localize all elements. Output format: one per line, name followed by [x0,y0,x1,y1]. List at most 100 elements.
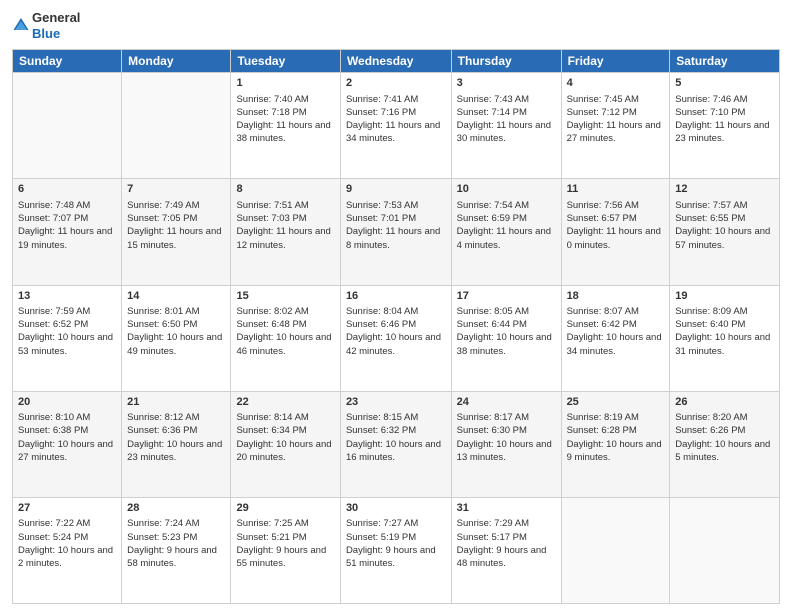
daylight-text: Daylight: 11 hours and 15 minutes. [127,226,221,250]
header: General Blue [12,10,780,41]
sunset-text: Sunset: 7:05 PM [127,213,197,224]
sunset-text: Sunset: 6:38 PM [18,425,88,436]
sunrise-text: Sunrise: 8:09 AM [675,306,747,317]
daylight-text: Daylight: 11 hours and 23 minutes. [675,120,769,144]
daylight-text: Daylight: 9 hours and 58 minutes. [127,545,217,569]
sunrise-text: Sunrise: 7:56 AM [567,200,639,211]
weekday-header-sunday: Sunday [13,50,122,73]
sunset-text: Sunset: 7:07 PM [18,213,88,224]
sunset-text: Sunset: 6:36 PM [127,425,197,436]
sunset-text: Sunset: 7:01 PM [346,213,416,224]
day-number: 15 [236,289,334,304]
day-number: 16 [346,289,446,304]
page: General Blue SundayMondayTuesdayWednesda… [0,0,792,612]
daylight-text: Daylight: 11 hours and 0 minutes. [567,226,661,250]
calendar-cell: 2Sunrise: 7:41 AMSunset: 7:16 PMDaylight… [340,73,451,179]
calendar-cell: 5Sunrise: 7:46 AMSunset: 7:10 PMDaylight… [670,73,780,179]
daylight-text: Daylight: 10 hours and 34 minutes. [567,332,662,356]
sunrise-text: Sunrise: 7:59 AM [18,306,90,317]
day-number: 9 [346,182,446,197]
daylight-text: Daylight: 11 hours and 38 minutes. [236,120,330,144]
calendar-cell: 27Sunrise: 7:22 AMSunset: 5:24 PMDayligh… [13,497,122,603]
calendar-cell: 18Sunrise: 8:07 AMSunset: 6:42 PMDayligh… [561,285,670,391]
day-number: 17 [457,289,556,304]
sunrise-text: Sunrise: 8:04 AM [346,306,418,317]
sunset-text: Sunset: 6:57 PM [567,213,637,224]
daylight-text: Daylight: 10 hours and 9 minutes. [567,439,662,463]
week-row-3: 13 Sunrise: 7:59 AM Sunset: 6:52 PM Dayligh… [13,285,780,391]
sunrise-text: Sunrise: 8:07 AM [567,306,639,317]
day-number: 10 [457,182,556,197]
day-number: 13 [18,289,116,304]
sunrise-text: Sunrise: 8:01 AM [127,306,199,317]
calendar-cell: 24Sunrise: 8:17 AMSunset: 6:30 PMDayligh… [451,391,561,497]
daylight-text: Daylight: 11 hours and 12 minutes. [236,226,330,250]
daylight-text: Daylight: 10 hours and 27 minutes. [18,439,113,463]
day-number: 22 [236,395,334,410]
sunrise-text: Sunrise: 7:46 AM [675,94,747,105]
day-number: 27 [18,501,116,516]
sunrise-text: Sunrise: 7:40 AM [236,94,308,105]
daylight-text: Daylight: 10 hours and 2 minutes. [18,545,113,569]
calendar-cell: 30Sunrise: 7:27 AMSunset: 5:19 PMDayligh… [340,497,451,603]
logo: General Blue [12,10,80,41]
logo-icon [12,15,30,33]
sunset-text: Sunset: 7:16 PM [346,107,416,118]
calendar-cell: 17Sunrise: 8:05 AMSunset: 6:44 PMDayligh… [451,285,561,391]
day-number: 29 [236,501,334,516]
calendar-cell: 26 Sunrise: 8:20 AM Sunset: 6:26 PM Dayligh… [670,391,780,497]
sunset-text: Sunset: 7:14 PM [457,107,527,118]
day-number: 23 [346,395,446,410]
sunset-text: Sunset: 7:12 PM [567,107,637,118]
logo-text: General Blue [32,10,80,41]
sunset-text: Sunset: 6:50 PM [127,319,197,330]
sunrise-text: Sunrise: 7:48 AM [18,200,90,211]
sunrise-text: Sunrise: 8:19 AM [567,412,639,423]
sunrise-text: Sunrise: 7:25 AM [236,518,308,529]
day-number: 26 [675,395,774,410]
sunset-text: Sunset: 5:19 PM [346,532,416,543]
day-number: 14 [127,289,225,304]
daylight-text: Daylight: 10 hours and 16 minutes. [346,439,441,463]
sunset-text: Sunset: 5:23 PM [127,532,197,543]
sunrise-text: Sunrise: 8:20 AM [675,412,747,423]
calendar-cell: 20Sunrise: 8:10 AMSunset: 6:38 PMDayligh… [13,391,122,497]
weekday-header-monday: Monday [122,50,231,73]
calendar-cell: 7Sunrise: 7:49 AMSunset: 7:05 PMDaylight… [122,179,231,285]
calendar-cell: 21Sunrise: 8:12 AMSunset: 6:36 PMDayligh… [122,391,231,497]
day-number: 24 [457,395,556,410]
sunrise-text: Sunrise: 7:51 AM [236,200,308,211]
sunrise-text: Sunrise: 8:17 AM [457,412,529,423]
day-number: 12 [675,182,774,197]
weekday-header-row: SundayMondayTuesdayWednesdayThursdayFrid… [13,50,780,73]
sunset-text: Sunset: 6:26 PM [675,425,745,436]
daylight-text: Daylight: 10 hours and 20 minutes. [236,439,331,463]
weekday-header-friday: Friday [561,50,670,73]
week-row-1: 1Sunrise: 7:40 AMSunset: 7:18 PMDaylight… [13,73,780,179]
sunrise-text: Sunrise: 7:22 AM [18,518,90,529]
day-number: 4 [567,76,665,91]
daylight-text: Daylight: 10 hours and 53 minutes. [18,332,113,356]
day-number: 25 [567,395,665,410]
calendar-cell: 6Sunrise: 7:48 AMSunset: 7:07 PMDaylight… [13,179,122,285]
sunrise-text: Sunrise: 7:49 AM [127,200,199,211]
sunrise-text: Sunrise: 8:10 AM [18,412,90,423]
calendar-table: SundayMondayTuesdayWednesdayThursdayFrid… [12,49,780,604]
calendar-cell: 10Sunrise: 7:54 AMSunset: 6:59 PMDayligh… [451,179,561,285]
daylight-text: Daylight: 11 hours and 4 minutes. [457,226,551,250]
daylight-text: Daylight: 10 hours and 5 minutes. [675,439,770,463]
sunset-text: Sunset: 6:48 PM [236,319,306,330]
day-number: 6 [18,182,116,197]
calendar-cell: 14Sunrise: 8:01 AMSunset: 6:50 PMDayligh… [122,285,231,391]
sunset-text: Sunset: 7:18 PM [236,107,306,118]
weekday-header-tuesday: Tuesday [231,50,340,73]
daylight-text: Daylight: 10 hours and 23 minutes. [127,439,222,463]
sunset-text: Sunset: 5:17 PM [457,532,527,543]
calendar-cell: 22Sunrise: 8:14 AMSunset: 6:34 PMDayligh… [231,391,340,497]
day-number: 8 [236,182,334,197]
weekday-header-thursday: Thursday [451,50,561,73]
sunset-text: Sunset: 7:03 PM [236,213,306,224]
sunset-text: Sunset: 6:52 PM [18,319,88,330]
daylight-text: Daylight: 9 hours and 51 minutes. [346,545,436,569]
sunrise-text: Sunrise: 8:15 AM [346,412,418,423]
